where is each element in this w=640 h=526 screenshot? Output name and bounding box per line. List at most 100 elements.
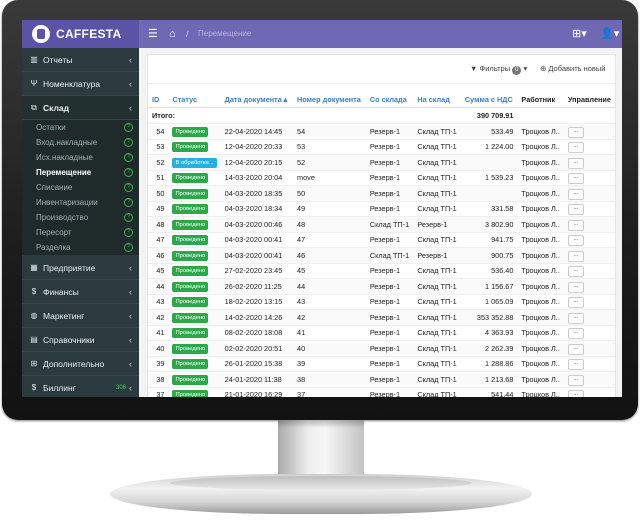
cell-from: Резерв-1 — [365, 356, 414, 372]
help-icon[interactable]: ? — [124, 213, 133, 222]
table-row[interactable]: 52 В обработке... 12-04-2020 20:15 52 Резерв… — [148, 154, 615, 171]
row-actions-button[interactable]: ... — [567, 188, 584, 200]
brand[interactable]: CAFFESTA — [22, 20, 139, 48]
sidebar-subitem-transfer[interactable]: Перемещение? — [22, 165, 139, 180]
plus-dropdown-icon[interactable]: ⊞▾ — [572, 20, 587, 48]
help-icon[interactable]: ? — [124, 153, 133, 162]
sidebar-subitem-stock[interactable]: Остатки? — [22, 120, 139, 135]
sidebar-subitem-inventory[interactable]: Инвентаризации? — [22, 195, 139, 210]
help-icon[interactable]: ? — [124, 228, 133, 237]
row-actions-button[interactable]: ... — [567, 297, 584, 309]
book-icon: ▤ — [30, 335, 38, 344]
row-actions-button[interactable]: ... — [567, 219, 584, 231]
chevron-left-icon: ‹ — [129, 286, 132, 297]
table-row[interactable]: 42 Проведено 14-02-2020 14:26 42 Резерв-1 Скл… — [148, 309, 615, 326]
row-actions-button[interactable]: ... — [567, 142, 584, 154]
cell-to: Склад ТП-1 — [413, 294, 461, 310]
row-actions-button[interactable]: ... — [567, 204, 584, 216]
column-header-date[interactable]: Дата документа▲ — [220, 91, 294, 108]
cell-number: 41 — [293, 325, 366, 341]
status-badge: Проведено — [172, 266, 209, 277]
sidebar-item-reports[interactable]: ▥ Отчеты ‹ — [22, 48, 139, 72]
add-new-button[interactable]: ⊕ Добавить новый — [540, 62, 606, 76]
sidebar-item-nomenclature[interactable]: Ψ Номенклатура ‹ — [22, 72, 139, 96]
table-row[interactable]: 40 Проведено 02-02-2020 20:51 40 Резерв-1 Скл… — [148, 340, 615, 357]
cell-actions: ... — [563, 387, 615, 397]
row-actions-button[interactable]: ... — [567, 173, 584, 185]
cell-worker: Троцков Л.. — [517, 201, 564, 217]
cell-actions: ... — [563, 216, 615, 233]
cell-status: Проведено — [168, 232, 221, 248]
sidebar-subitem-outgoing[interactable]: Исх.накладные? — [22, 150, 139, 165]
help-icon[interactable]: ? — [124, 138, 133, 147]
row-actions-button[interactable]: ... — [567, 126, 584, 138]
table-row[interactable]: 46 Проведено 04-03-2020 00:41 46 Склад ТП-1 Р… — [148, 247, 615, 264]
cell-to: Склад ТП-1 — [413, 232, 461, 248]
user-dropdown-icon[interactable]: 👤▾ — [600, 20, 619, 48]
status-badge: Проведено — [172, 188, 209, 199]
cell-sum: 353 352.88 — [460, 309, 518, 326]
table-row[interactable]: 50 Проведено 04-03-2020 18:35 50 Резерв-1 Скл… — [148, 185, 615, 202]
filters-button[interactable]: ▼ Фильтры 0 ▾ — [470, 62, 527, 76]
column-header-status[interactable]: Статус — [168, 91, 221, 108]
sidebar-item-billing[interactable]: $ Биллинг 306 ‹ — [22, 376, 139, 397]
row-actions-button[interactable]: ... — [567, 312, 584, 324]
breadcrumb: Перемещение — [198, 29, 252, 38]
menu-toggle-icon[interactable]: ☰ — [148, 20, 158, 48]
sidebar-subitem-cutting[interactable]: Разделка? — [22, 240, 139, 255]
table-row[interactable]: 45 Проведено 27-02-2020 23:45 45 Резерв-1 Скл… — [148, 263, 615, 279]
sidebar-subitem-incoming[interactable]: Вход.накладные? — [22, 135, 139, 150]
sidebar-item-finance[interactable]: $ Финансы ‹ — [22, 280, 139, 304]
help-icon[interactable]: ? — [124, 168, 133, 177]
chevron-left-icon: ‹ — [129, 54, 132, 65]
home-icon[interactable]: ⌂ — [169, 20, 176, 48]
row-actions-button[interactable]: ... — [567, 281, 584, 293]
row-actions-button[interactable]: ... — [567, 250, 584, 262]
sidebar-subitem-writeoff[interactable]: Списание? — [22, 180, 139, 195]
sidebar-subitem-production[interactable]: Производство? — [22, 210, 139, 225]
sidebar-item-enterprise[interactable]: ▦ Предприятие ‹ — [22, 256, 139, 280]
column-header-id[interactable]: ID — [148, 91, 169, 108]
table-row[interactable]: 43 Проведено 18-02-2020 13:15 43 Резерв-1 Скл… — [148, 294, 615, 310]
sidebar-item-marketing[interactable]: ◍ Маркетинг ‹ — [22, 304, 139, 328]
column-header-from[interactable]: Со склада — [365, 91, 414, 108]
sidebar-item-additional[interactable]: ⊞ Дополнительно ‹ — [22, 352, 139, 376]
sidebar-subitem-label: Остатки — [36, 123, 66, 132]
row-actions-button[interactable]: ... — [567, 235, 584, 247]
row-actions-button[interactable]: ... — [567, 359, 584, 371]
cell-worker: Троцков Л.. — [517, 263, 564, 279]
table-row[interactable]: 47 Проведено 04-03-2020 00:41 47 Резерв-1 Скл… — [148, 232, 615, 248]
help-icon[interactable]: ? — [124, 198, 133, 207]
table-row[interactable]: 53 Проведено 12-04-2020 20:33 53 Резерв-1 Скл… — [148, 139, 615, 155]
breadcrumb-separator: / — [186, 29, 189, 39]
table-row[interactable]: 44 Проведено 26-02-2020 11:25 44 Резерв-1 Скл… — [148, 278, 615, 295]
table-row[interactable]: 48 Проведено 04-03-2020 00:46 48 Склад ТП-1 Р… — [148, 216, 615, 233]
cell-number: 50 — [293, 185, 366, 202]
table-row[interactable]: 38 Проведено 24-01-2020 11:38 38 Резерв-1 Скл… — [148, 371, 615, 388]
row-actions-button[interactable]: ... — [567, 157, 584, 169]
row-actions-button[interactable]: ... — [567, 266, 584, 278]
row-actions-button[interactable]: ... — [567, 374, 584, 386]
sidebar-item-references[interactable]: ▤ Справочники ‹ — [22, 328, 139, 352]
table-row[interactable]: 39 Проведено 26-01-2020 15:38 39 Резерв-1 Скл… — [148, 356, 615, 372]
column-header-sum[interactable]: Сумма с НДС — [460, 91, 518, 108]
sidebar-subitem-label: Разделка — [36, 243, 71, 252]
table-row[interactable]: 54 Проведено 22-04-2020 14:45 54 Резерв-1 Скл… — [148, 123, 615, 140]
sidebar-subitem-resort[interactable]: Пересорт? — [22, 225, 139, 240]
row-actions-button[interactable]: ... — [567, 343, 584, 355]
row-actions-button[interactable]: ... — [567, 390, 584, 397]
row-actions-button[interactable]: ... — [567, 328, 584, 340]
help-icon[interactable]: ? — [124, 243, 133, 252]
column-header-number[interactable]: Номер документа — [293, 91, 366, 108]
help-icon[interactable]: ? — [124, 123, 133, 132]
table-row[interactable]: 37 Проведено 21-01-2020 16:29 37 Резерв-1 Скл… — [148, 387, 615, 397]
table-row[interactable]: 49 Проведено 04-03-2020 18:34 49 Резерв-1 Скл… — [148, 201, 615, 217]
table-row[interactable]: 51 Проведено 14-03-2020 20:04 move Резерв-1 С… — [148, 170, 615, 186]
cell-status: Проведено — [168, 340, 221, 357]
cell-sum: 1 288.86 — [460, 356, 518, 372]
table-row[interactable]: 41 Проведено 08-02-2020 18:08 41 Резерв-1 Скл… — [148, 325, 615, 341]
sidebar-item-warehouse[interactable]: ⧉ Склад ‹ — [22, 96, 139, 120]
help-icon[interactable]: ? — [124, 183, 133, 192]
cell-sum: 1 224.00 — [460, 139, 518, 155]
column-header-to[interactable]: На склад — [413, 91, 461, 108]
